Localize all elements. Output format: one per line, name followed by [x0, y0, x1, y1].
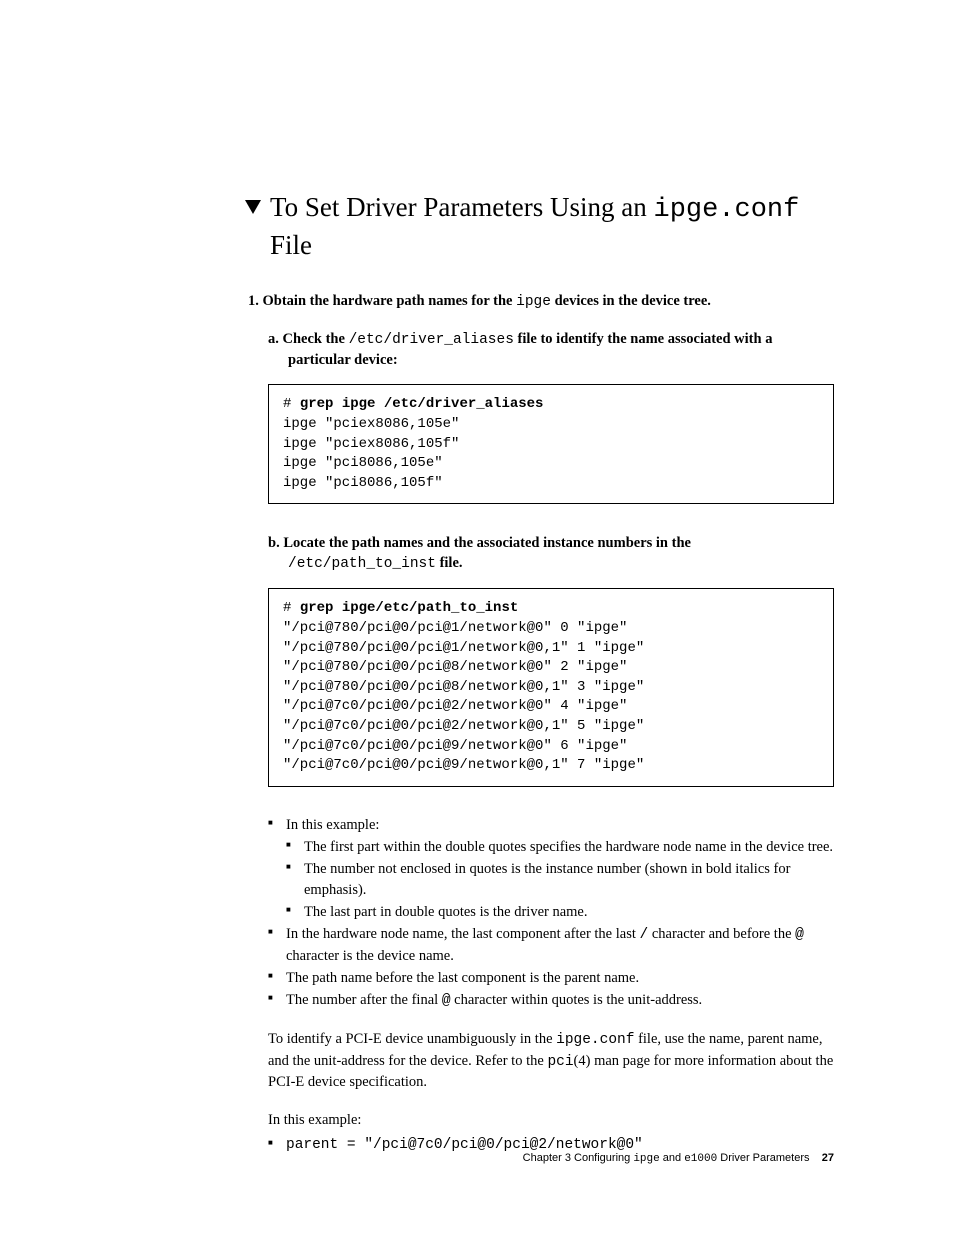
paragraph-identify: To identify a PCI-E device unambiguously… [268, 1029, 834, 1092]
substep-a-num: a. [268, 331, 283, 347]
footer-pre: Chapter 3 Configuring [523, 1152, 634, 1164]
bullet-1-text: In this example: [286, 817, 379, 833]
bullet-2-tt2: @ [795, 927, 804, 943]
substep-a-tt: /etc/driver_aliases [349, 332, 514, 348]
bullet-2-mid: character and before the [648, 926, 795, 942]
heading-marker-icon [245, 200, 261, 214]
bullet-2-tt1: / [640, 927, 649, 943]
bullet-3: The path name before the last component … [268, 968, 834, 988]
code2-cmd: grep ipge/etc/path_to_inst [300, 600, 518, 616]
bullet-1a: The first part within the double quotes … [286, 837, 834, 857]
bullet-4-pre: The number after the final [286, 992, 442, 1008]
heading-post: File [270, 230, 312, 260]
bullet-4: The number after the final @ character w… [268, 990, 834, 1011]
footer-page: 27 [822, 1152, 834, 1164]
heading-tt: ipge.conf [654, 195, 800, 225]
footer-mid: and [660, 1152, 684, 1164]
bullet-1c: The last part in double quotes is the dr… [286, 902, 834, 922]
bullet-1b: The number not enclosed in quotes is the… [286, 859, 834, 900]
section-heading: To Set Driver Parameters Using an ipge.c… [270, 190, 834, 263]
step-1: 1. Obtain the hardware path names for th… [248, 293, 834, 310]
para1-pre: To identify a PCI-E device unambiguously… [268, 1031, 556, 1047]
bullet-2-pre: In the hardware node name, the last comp… [286, 926, 640, 942]
substep-b-line1: Locate the path names and the associated… [283, 535, 691, 551]
paragraph-example-intro: In this example: [268, 1110, 834, 1130]
footer-post: Driver Parameters [717, 1152, 809, 1164]
footer-tt2: e1000 [684, 1153, 717, 1165]
page-footer: Chapter 3 Configuring ipge and e1000 Dri… [523, 1152, 834, 1165]
bullet-2: In the hardware node name, the last comp… [268, 924, 834, 966]
para1-tt1: ipge.conf [556, 1032, 634, 1048]
code1-out: ipge "pciex8086,105e" ipge "pciex8086,10… [283, 416, 459, 491]
code-block-1: # grep ipge /etc/driver_aliases ipge "pc… [268, 384, 834, 504]
substep-b-num: b. [268, 535, 283, 551]
page-content: To Set Driver Parameters Using an ipge.c… [0, 0, 954, 1155]
code2-out: "/pci@780/pci@0/pci@1/network@0" 0 "ipge… [283, 620, 644, 773]
bullet-2-post: character is the device name. [286, 948, 454, 964]
code1-prompt: # [283, 396, 300, 412]
substep-b-post: file. [436, 555, 463, 571]
footer-tt1: ipge [633, 1153, 659, 1165]
code1-cmd: grep ipge /etc/driver_aliases [300, 396, 544, 412]
step-1-post: devices in the device tree. [551, 293, 711, 309]
bullet-4-post: character within quotes is the unit-addr… [451, 992, 703, 1008]
step-1-tt: ipge [516, 294, 551, 310]
para1-tt2: pci [547, 1054, 573, 1070]
step-1-num: 1. [248, 293, 263, 309]
heading-pre: To Set Driver Parameters Using an [270, 192, 654, 222]
substep-a: a. Check the /etc/driver_aliases file to… [268, 330, 834, 370]
substep-b: b. Locate the path names and the associa… [268, 534, 834, 574]
code2-prompt: # [283, 600, 300, 616]
substep-a-pre: Check the [283, 331, 349, 347]
code-block-2: # grep ipge/etc/path_to_inst "/pci@780/p… [268, 588, 834, 786]
bullet-list: In this example: The first part within t… [268, 815, 834, 1012]
step-1-pre: Obtain the hardware path names for the [263, 293, 517, 309]
bullet-1: In this example: The first part within t… [268, 815, 834, 922]
substep-b-tt: /etc/path_to_inst [288, 556, 436, 572]
bullet-4-tt: @ [442, 993, 451, 1009]
